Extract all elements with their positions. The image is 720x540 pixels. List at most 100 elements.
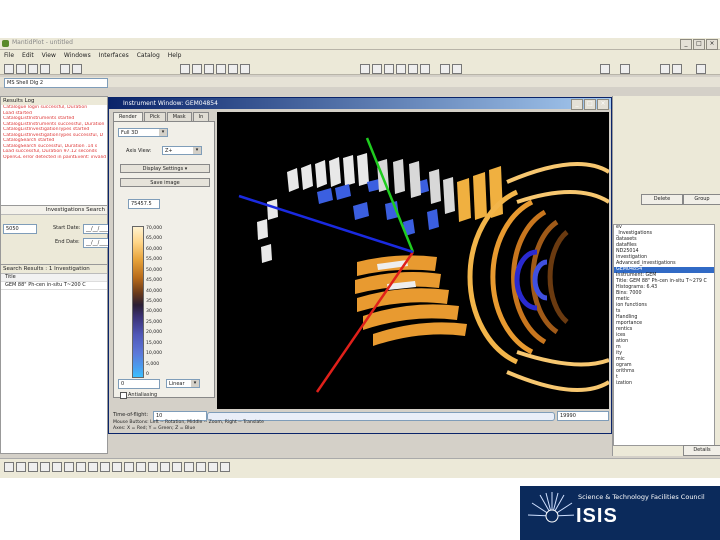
maximize-button[interactable]: □ bbox=[693, 39, 705, 50]
crosshair-icon[interactable] bbox=[216, 64, 226, 74]
chevron-down-icon: ▾ bbox=[159, 129, 167, 136]
tool-icon[interactable] bbox=[124, 462, 134, 472]
scale-type-select[interactable]: Linear ▾ bbox=[166, 379, 200, 388]
zoom-icon[interactable] bbox=[180, 64, 190, 74]
view-mode-select[interactable]: Full 3D ▾ bbox=[118, 128, 168, 137]
text-icon[interactable] bbox=[240, 64, 250, 74]
tof-max-input[interactable]: 19990 bbox=[557, 411, 609, 421]
plot-line-icon[interactable] bbox=[620, 64, 630, 74]
colorbar-tick-label: 40,000 bbox=[146, 288, 163, 294]
instrument-3d-view[interactable] bbox=[217, 112, 611, 409]
delete-button[interactable]: Delete bbox=[641, 194, 683, 205]
tool-icon[interactable] bbox=[76, 462, 86, 472]
colorbar-tick-label: 45,000 bbox=[146, 278, 163, 284]
instrument-minimize-button[interactable]: _ bbox=[571, 99, 583, 110]
redo-icon[interactable] bbox=[72, 64, 82, 74]
layer-icon[interactable] bbox=[440, 64, 450, 74]
table-icon[interactable] bbox=[360, 64, 370, 74]
tool-icon[interactable] bbox=[4, 462, 14, 472]
instrument-window-title: Instrument Window: GEM04854 bbox=[123, 100, 218, 107]
menu-help[interactable]: Help bbox=[168, 50, 182, 61]
tool-icon[interactable] bbox=[172, 462, 182, 472]
tool-icon[interactable] bbox=[40, 462, 50, 472]
menu-edit[interactable]: Edit bbox=[22, 50, 34, 61]
column-header-title[interactable]: Title bbox=[1, 274, 107, 282]
line-icon[interactable] bbox=[228, 64, 238, 74]
tool-icon[interactable] bbox=[160, 462, 170, 472]
select-icon[interactable] bbox=[204, 64, 214, 74]
tool-icon[interactable] bbox=[16, 462, 26, 472]
instrument-window: Instrument Window: GEM04854 _ □ × Render… bbox=[108, 97, 612, 434]
font-dropdown[interactable]: MS Shell Dlg 2 bbox=[4, 78, 108, 88]
pan-icon[interactable] bbox=[192, 64, 202, 74]
arrange-icon[interactable] bbox=[452, 64, 462, 74]
new-icon[interactable] bbox=[4, 64, 14, 74]
tool-icon[interactable] bbox=[28, 462, 38, 472]
tool-icon[interactable] bbox=[148, 462, 158, 472]
tree-item[interactable]: ization bbox=[614, 381, 714, 387]
tool-icon[interactable] bbox=[184, 462, 194, 472]
undo-icon[interactable] bbox=[60, 64, 70, 74]
group-button[interactable]: Group bbox=[683, 194, 720, 205]
tool-icon[interactable] bbox=[112, 462, 122, 472]
menu-bar: File Edit View Windows Interfaces Catalo… bbox=[0, 50, 720, 61]
save-image-button[interactable]: Save image bbox=[120, 178, 210, 187]
instrument-maximize-button[interactable]: □ bbox=[584, 99, 596, 110]
matrix-icon[interactable] bbox=[372, 64, 382, 74]
axes-legend-line: Axes: X = Red; Y = Green; Z = Blue bbox=[113, 425, 196, 431]
open-icon[interactable] bbox=[16, 64, 26, 74]
colorbar-max-input[interactable]: 75457.5 bbox=[128, 199, 160, 209]
print-icon[interactable] bbox=[40, 64, 50, 74]
tool-icon[interactable] bbox=[220, 462, 230, 472]
colorbar-min-input[interactable]: 0 bbox=[118, 379, 160, 389]
results-log-title: Results Log bbox=[1, 97, 107, 105]
plot-scatter-icon[interactable] bbox=[660, 64, 670, 74]
tool-icon[interactable] bbox=[100, 462, 110, 472]
table-row[interactable]: GEM 88" Ph-cen in-situ T~200 C bbox=[1, 282, 107, 290]
tool-icon[interactable] bbox=[88, 462, 98, 472]
detector-arcs bbox=[467, 189, 569, 365]
start-date-input[interactable]: __/__/____ bbox=[83, 224, 111, 234]
detector-bank-lower bbox=[355, 255, 467, 346]
colorbar-tick-label: 35,000 bbox=[146, 299, 163, 304]
workspace-tree: ev _Investigations datasets datafiles ND2501… bbox=[613, 224, 715, 446]
save-icon[interactable] bbox=[28, 64, 38, 74]
colorbar-tick-label: 25,000 bbox=[146, 319, 163, 325]
details-button[interactable]: Details bbox=[683, 445, 720, 456]
tool-icon[interactable] bbox=[208, 462, 218, 472]
tof-label: Time-of-flight: bbox=[113, 412, 149, 418]
instrument-close-button[interactable]: × bbox=[597, 99, 609, 110]
minimize-button[interactable]: _ bbox=[680, 39, 692, 50]
menu-windows[interactable]: Windows bbox=[64, 50, 91, 61]
main-toolbar bbox=[0, 61, 720, 75]
plot-bar-icon[interactable] bbox=[672, 64, 682, 74]
end-date-label: End Date: bbox=[55, 239, 80, 245]
axis-view-select[interactable]: Z+ ▾ bbox=[162, 146, 202, 155]
tool-icon[interactable] bbox=[52, 462, 62, 472]
menu-interfaces[interactable]: Interfaces bbox=[99, 50, 129, 61]
menu-catalog[interactable]: Catalog bbox=[137, 50, 160, 61]
main-title-bar: MantidPlot - untitled _ □ × bbox=[0, 38, 720, 50]
script-icon[interactable] bbox=[420, 64, 430, 74]
run-input[interactable]: 5050 bbox=[3, 224, 37, 234]
tool-icon[interactable] bbox=[136, 462, 146, 472]
graph-icon[interactable] bbox=[384, 64, 394, 74]
antialiasing-checkbox[interactable] bbox=[120, 392, 127, 399]
menu-file[interactable]: File bbox=[4, 50, 14, 61]
plot-area-icon[interactable] bbox=[696, 64, 706, 74]
colorbar-tick-label: 30,000 bbox=[146, 309, 163, 315]
menu-view[interactable]: View bbox=[42, 50, 56, 61]
display-settings-button[interactable]: Display Settings ▾ bbox=[120, 164, 210, 173]
note-icon[interactable] bbox=[408, 64, 418, 74]
close-button[interactable]: × bbox=[706, 39, 718, 50]
tool-icon[interactable] bbox=[64, 462, 74, 472]
plot3d-icon[interactable] bbox=[396, 64, 406, 74]
fit-icon[interactable] bbox=[600, 64, 610, 74]
search-results-panel: Search Results : 1 Investigation Title G… bbox=[0, 264, 108, 454]
tool-icon[interactable] bbox=[196, 462, 206, 472]
end-date-input[interactable]: __/__/____ bbox=[83, 238, 111, 248]
display-settings-label: Display Settings bbox=[142, 166, 184, 172]
detector-arcs-outer bbox=[506, 162, 611, 392]
investigations-search-panel: Investigations Search 5050 Start Date: _… bbox=[0, 205, 111, 265]
start-date-label: Start Date: bbox=[53, 225, 81, 231]
